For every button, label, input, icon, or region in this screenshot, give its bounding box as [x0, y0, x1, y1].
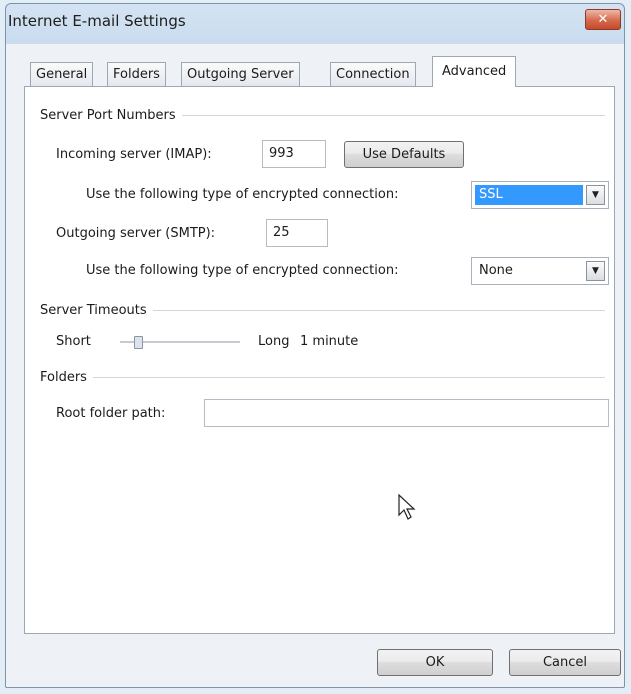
tab-general[interactable]: General [30, 62, 94, 86]
group-label: Folders [40, 370, 87, 385]
window-title: Internet E-mail Settings [8, 12, 186, 30]
long-label: Long [258, 334, 290, 349]
server-port-numbers-group: Server Port Numbers [40, 108, 605, 123]
close-button[interactable]: ✕ [585, 9, 621, 30]
chevron-down-icon[interactable]: ▼ [586, 185, 605, 205]
tab-connection[interactable]: Connection [330, 62, 416, 86]
group-divider [152, 310, 605, 311]
root-folder-label: Root folder path: [56, 406, 166, 421]
use-defaults-button[interactable]: Use Defaults [344, 141, 464, 168]
close-icon: ✕ [597, 12, 609, 27]
group-label: Server Port Numbers [40, 108, 176, 123]
outgoing-encryption-select[interactable]: None ▼ [471, 257, 609, 285]
tab-advanced[interactable]: Advanced [432, 56, 517, 87]
timeout-value: 1 minute [300, 334, 359, 349]
mouse-pointer-icon [398, 494, 416, 520]
incoming-encryption-label: Use the following type of encrypted conn… [86, 187, 399, 202]
group-divider [181, 115, 605, 116]
timeout-slider[interactable] [120, 335, 240, 349]
chevron-down-icon[interactable]: ▼ [586, 261, 605, 281]
group-divider [92, 377, 605, 378]
outgoing-server-label: Outgoing server (SMTP): [56, 226, 216, 241]
incoming-port-input[interactable]: 993 [262, 140, 326, 168]
ok-button[interactable]: OK [377, 649, 493, 676]
tab-outgoing-server[interactable]: Outgoing Server [181, 62, 300, 86]
tab-folders[interactable]: Folders [107, 62, 166, 86]
folders-group: Folders [40, 370, 605, 385]
outgoing-encryption-label: Use the following type of encrypted conn… [86, 263, 399, 278]
outgoing-encryption-value: None [479, 263, 513, 278]
outgoing-port-input[interactable]: 25 [266, 219, 328, 247]
incoming-server-label: Incoming server (IMAP): [56, 147, 212, 162]
server-timeouts-group: Server Timeouts [40, 303, 605, 318]
slider-thumb[interactable] [134, 336, 143, 349]
cancel-button[interactable]: Cancel [509, 649, 621, 676]
advanced-panel [24, 86, 615, 634]
incoming-encryption-value: SSL [475, 185, 583, 205]
incoming-encryption-select[interactable]: SSL ▼ [471, 181, 609, 209]
group-label: Server Timeouts [40, 303, 147, 318]
short-label: Short [56, 334, 91, 349]
root-folder-input[interactable] [204, 399, 609, 427]
